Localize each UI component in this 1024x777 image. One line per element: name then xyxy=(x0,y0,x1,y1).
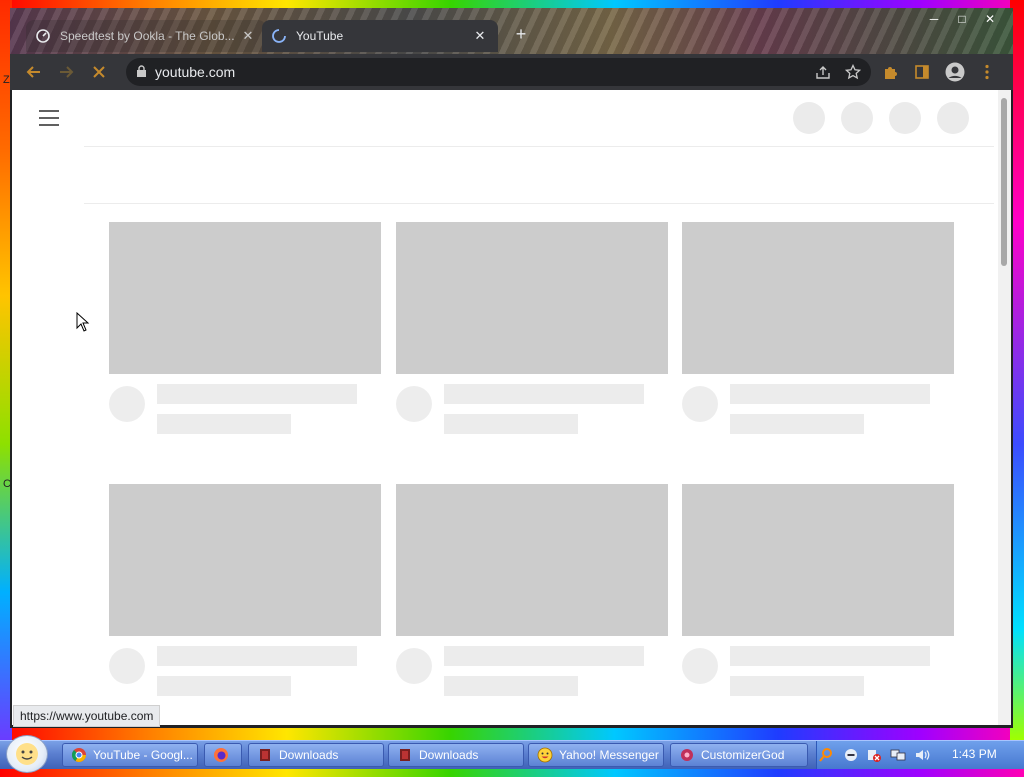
taskbar-item-label: Yahoo! Messenger xyxy=(559,748,659,762)
taskbar-item-label: Downloads xyxy=(279,748,339,762)
thumbnail-placeholder xyxy=(396,222,668,374)
channel-avatar-placeholder xyxy=(109,386,145,422)
thumbnail-placeholder xyxy=(682,222,954,374)
hamburger-menu-icon[interactable] xyxy=(39,110,59,126)
meta-placeholder xyxy=(157,676,291,696)
status-url-bubble: https://www.youtube.com xyxy=(13,705,161,727)
yahoo-messenger-icon xyxy=(537,747,553,763)
title-placeholder xyxy=(444,646,644,666)
bookmark-star-icon[interactable] xyxy=(844,63,862,85)
tab-close-button[interactable]: ✕ xyxy=(240,28,256,44)
menu-button[interactable] xyxy=(975,60,999,84)
mouse-cursor-icon xyxy=(76,311,90,337)
taskbar-item-customizergod[interactable]: CustomizerGod xyxy=(670,743,808,767)
firefox-icon xyxy=(213,747,229,763)
channel-avatar-placeholder xyxy=(109,648,145,684)
address-text: youtube.com xyxy=(155,64,236,80)
smiley-start-icon xyxy=(16,743,38,765)
title-placeholder xyxy=(157,384,357,404)
meta-placeholder xyxy=(444,676,578,696)
title-placeholder xyxy=(157,646,357,666)
tab-youtube[interactable]: YouTube ✕ xyxy=(262,20,498,52)
browser-toolbar: youtube.com xyxy=(10,54,1013,90)
tab-title: YouTube xyxy=(296,29,344,43)
tab-speedtest[interactable]: Speedtest by Ookla - The Glob... ✕ xyxy=(26,20,266,52)
page-scrollbar[interactable] xyxy=(998,90,1011,725)
customizergod-icon xyxy=(679,747,695,763)
profile-avatar-icon xyxy=(945,62,965,82)
channel-avatar-placeholder xyxy=(682,648,718,684)
youtube-page xyxy=(12,90,998,725)
channel-avatar-placeholder xyxy=(396,386,432,422)
forward-arrow-icon xyxy=(60,66,74,78)
volume-icon[interactable] xyxy=(914,747,930,763)
forward-button[interactable] xyxy=(54,60,78,84)
tab-close-button[interactable]: ✕ xyxy=(472,28,488,44)
puzzle-icon xyxy=(885,67,897,79)
tray-minus-icon[interactable] xyxy=(843,747,859,763)
title-placeholder xyxy=(730,646,930,666)
header-placeholder-circle xyxy=(937,102,969,134)
three-dots-icon xyxy=(985,64,989,80)
search-icon[interactable] xyxy=(818,747,834,763)
tab-title: Speedtest by Ookla - The Glob... xyxy=(60,29,235,43)
thumbnail-placeholder xyxy=(109,222,381,374)
title-placeholder xyxy=(444,384,644,404)
maximize-button[interactable]: □ xyxy=(948,10,976,28)
back-button[interactable] xyxy=(22,60,46,84)
scrollbar-thumb[interactable] xyxy=(1001,98,1007,266)
taskbar-item-yahoo-messenger[interactable]: Yahoo! Messenger xyxy=(528,743,664,767)
chrome-icon xyxy=(71,747,87,763)
stop-loading-button[interactable] xyxy=(87,60,111,84)
stop-x-icon xyxy=(93,66,105,78)
header-placeholder-circle xyxy=(889,102,921,134)
folder-icon xyxy=(257,747,273,763)
new-tab-button[interactable]: + xyxy=(510,23,532,45)
taskbar-item-label: Downloads xyxy=(419,748,479,762)
profile-button[interactable] xyxy=(943,60,967,84)
title-placeholder xyxy=(730,384,930,404)
security-alert-icon[interactable] xyxy=(866,747,882,763)
back-arrow-icon xyxy=(26,66,40,78)
share-icon[interactable] xyxy=(815,64,831,85)
close-window-button[interactable]: ✕ xyxy=(976,10,1004,28)
taskbar-item-label: YouTube - Googl... xyxy=(93,748,193,762)
desktop-glyph: Z xyxy=(3,74,10,86)
browser-window: Speedtest by Ookla - The Glob... ✕ YouTu… xyxy=(10,8,1013,728)
taskbar-item-downloads-2[interactable]: Downloads xyxy=(388,743,524,767)
meta-placeholder xyxy=(444,414,578,434)
extensions-button[interactable] xyxy=(878,60,902,84)
lock-icon xyxy=(136,65,147,83)
minimize-button[interactable]: ─ xyxy=(920,10,948,28)
taskbar-item-downloads-1[interactable]: Downloads xyxy=(248,743,384,767)
taskbar-item-label: CustomizerGod xyxy=(701,748,785,762)
thumbnail-placeholder xyxy=(109,484,381,636)
taskbar-item-chrome[interactable]: YouTube - Googl... xyxy=(62,743,198,767)
network-icon[interactable] xyxy=(890,747,906,763)
header-placeholder-circle xyxy=(793,102,825,134)
start-button[interactable] xyxy=(6,735,48,773)
meta-placeholder xyxy=(730,414,864,434)
side-panel-icon xyxy=(915,65,929,79)
address-bar[interactable]: youtube.com xyxy=(126,58,871,86)
title-bar: Speedtest by Ookla - The Glob... ✕ YouTu… xyxy=(10,8,1013,54)
meta-placeholder xyxy=(157,414,291,434)
channel-avatar-placeholder xyxy=(396,648,432,684)
taskbar-item-firefox[interactable] xyxy=(204,743,242,767)
loading-spinner-icon xyxy=(272,29,286,43)
thumbnail-placeholder xyxy=(682,484,954,636)
side-panel-button[interactable] xyxy=(910,60,934,84)
taskbar-clock: 1:43 PM xyxy=(952,747,997,761)
taskbar: YouTube - Googl... Downloads Downloads Y… xyxy=(0,735,1024,773)
chip-bar-divider xyxy=(84,203,994,204)
header-placeholder-circle xyxy=(841,102,873,134)
chip-bar-placeholder xyxy=(84,147,994,203)
speedtest-icon xyxy=(36,29,50,43)
channel-avatar-placeholder xyxy=(682,386,718,422)
meta-placeholder xyxy=(730,676,864,696)
folder-icon xyxy=(397,747,413,763)
thumbnail-placeholder xyxy=(396,484,668,636)
